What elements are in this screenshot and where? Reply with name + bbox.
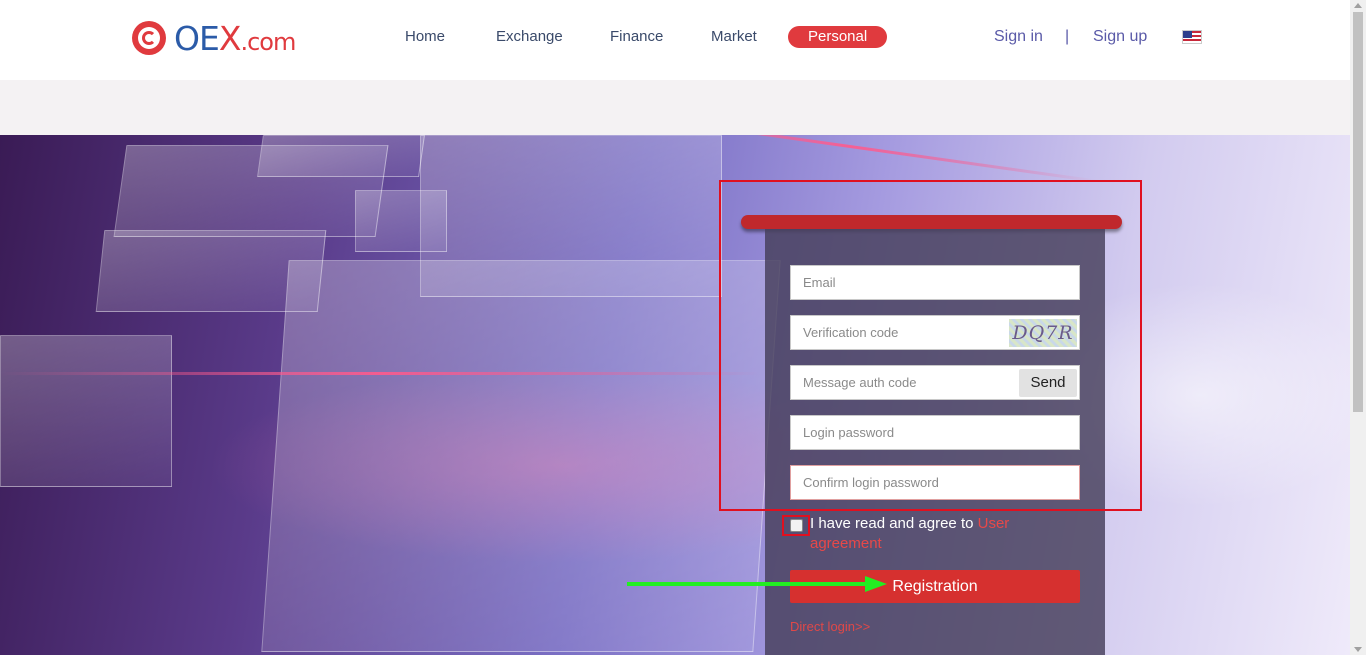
annotation-checkbox-highlight bbox=[782, 515, 810, 536]
site-header: OEX.com Home Exchange Finance Market Per… bbox=[0, 0, 1350, 80]
logo-mark-icon bbox=[132, 21, 166, 55]
oex-logo[interactable]: OEX.com bbox=[132, 18, 322, 58]
nav-exchange[interactable]: Exchange bbox=[496, 26, 563, 48]
scroll-up-icon[interactable] bbox=[1354, 3, 1362, 8]
nav-personal[interactable]: Personal bbox=[788, 26, 888, 48]
scroll-down-icon[interactable] bbox=[1354, 647, 1362, 652]
annotation-highlight-box bbox=[719, 180, 1142, 511]
page-scrollbar[interactable] bbox=[1350, 0, 1366, 655]
direct-login-link[interactable]: Direct login>> bbox=[790, 619, 870, 634]
agreement-text: I have read and agree to User agreement bbox=[810, 514, 1050, 554]
annotation-arrow-icon bbox=[627, 576, 887, 592]
bg-glass-panel bbox=[261, 260, 781, 652]
sign-up-link[interactable]: Sign up bbox=[1093, 26, 1147, 48]
nav-home[interactable]: Home bbox=[405, 26, 445, 48]
nav-market[interactable]: Market bbox=[711, 26, 757, 48]
bg-light-streak bbox=[0, 372, 760, 375]
us-flag-icon[interactable] bbox=[1182, 30, 1202, 44]
auth-separator: | bbox=[1065, 28, 1070, 45]
scrollbar-thumb[interactable] bbox=[1353, 12, 1363, 412]
bg-glass-panel bbox=[0, 335, 172, 487]
sub-header-band bbox=[0, 80, 1350, 135]
sign-in-link[interactable]: Sign in bbox=[994, 26, 1043, 48]
bg-glass-panel bbox=[257, 135, 425, 177]
agreement-label: I have read and agree to bbox=[810, 515, 978, 532]
logo-text: OEX.com bbox=[174, 18, 296, 58]
nav-finance[interactable]: Finance bbox=[610, 26, 663, 48]
